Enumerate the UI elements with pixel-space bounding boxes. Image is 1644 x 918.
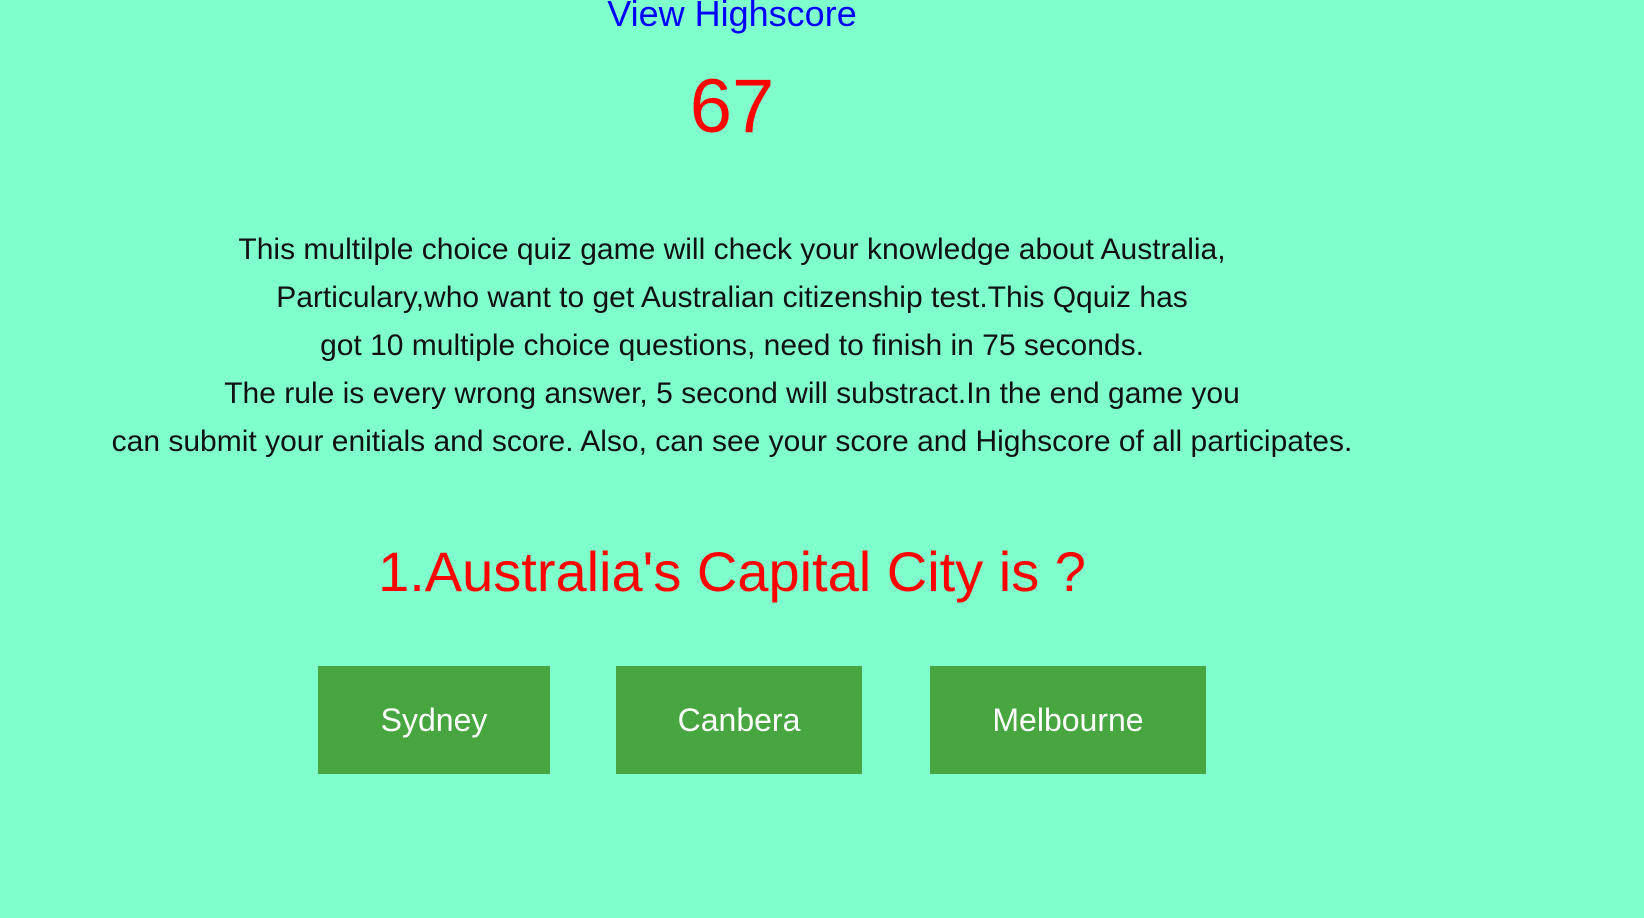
choice-button-sydney[interactable]: Sydney <box>318 666 550 774</box>
intro-line-5: can submit your enitials and score. Also… <box>111 425 1353 458</box>
question-title: 1.Australia's Capital City is ? <box>378 540 1086 603</box>
view-highscore-link[interactable]: View Highscore <box>0 0 1464 36</box>
quiz-intro-text: This multilple choice quiz game will che… <box>0 226 1464 466</box>
intro-line-1: This multilple choice quiz game will che… <box>238 233 1226 266</box>
intro-line-4: The rule is every wrong answer, 5 second… <box>224 377 1240 410</box>
choice-button-canbera[interactable]: Canbera <box>616 666 862 774</box>
intro-line-2: Particulary,who want to get Australian c… <box>276 281 1188 314</box>
intro-line-3: got 10 multiple choice questions, need t… <box>320 329 1144 362</box>
choice-button-melbourne[interactable]: Melbourne <box>930 666 1206 774</box>
countdown-timer: 67 <box>689 64 775 149</box>
